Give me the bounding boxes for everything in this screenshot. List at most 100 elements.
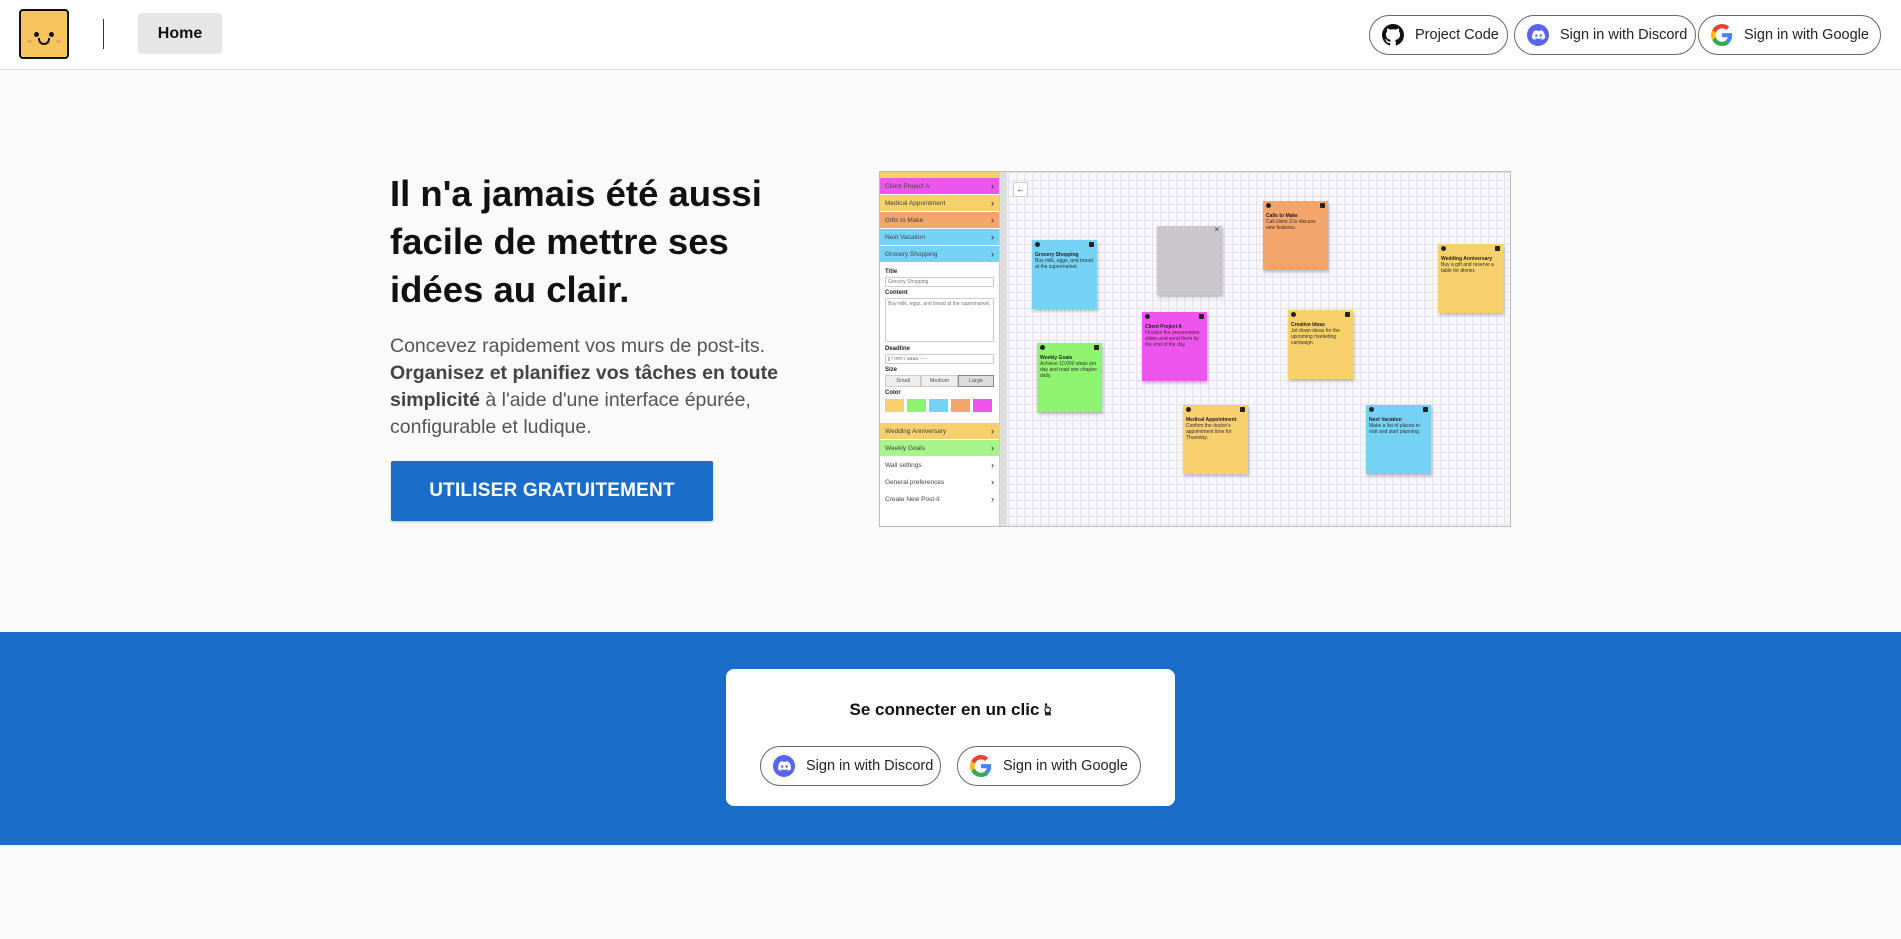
card-discord-signin-button[interactable]: Sign in with Discord (760, 746, 941, 786)
trash-icon (1320, 203, 1325, 208)
preview-sidebar-item: Next Vacation › (880, 229, 999, 246)
preview-color-label: Color (885, 390, 901, 396)
preview-size-options: Small Medium Large (885, 375, 994, 387)
preview-note-text: Finalize the presentation slides and sen… (1145, 330, 1200, 348)
preview-sidebar-item: Wedding Anniversary › (880, 423, 999, 440)
preview-sidebar-item-label: Wedding Anniversary (885, 428, 947, 435)
google-signin-label: Sign in with Google (1744, 27, 1869, 43)
home-button[interactable]: Home (138, 13, 222, 54)
google-icon (1711, 24, 1733, 46)
hero-headline: Il n'a jamais été aussi facile de mettre… (390, 173, 762, 310)
top-header: Home Project Code Sign in with Discord S… (0, 0, 1901, 70)
preview-sidebar-item: Client Project A › (880, 178, 999, 195)
project-code-label: Project Code (1415, 27, 1499, 43)
preview-color-swatch (929, 399, 948, 412)
preview-sticky-note: Calls to Make Call client 3 to discuss ne… (1263, 201, 1328, 270)
preview-sidebar-item: Create New Post-it › (880, 491, 999, 508)
preview-back-arrow-icon: ← (1013, 182, 1028, 197)
preview-content-input: Buy milk, eggs, and bread at the superma… (885, 298, 994, 342)
preview-form: Title Grocery Shopping Content Buy milk,… (880, 263, 999, 423)
google-signin-button[interactable]: Sign in with Google (1698, 15, 1881, 55)
app-preview-image: Client Project A › Medical Appointment › Gif… (879, 171, 1511, 527)
preview-sticky-note: Weekly Goals Achieve 10,000 steps per day… (1037, 343, 1102, 412)
discord-icon (1527, 24, 1549, 46)
preview-note-text: Make a list of places to visit and start… (1369, 423, 1421, 435)
card-google-label: Sign in with Google (1003, 758, 1128, 774)
project-code-button[interactable]: Project Code (1369, 15, 1508, 55)
preview-deadline-input: jj / mm / aaaa --:-- (885, 354, 994, 364)
connect-title: Se connecter en un clic 👆︎ (726, 700, 1175, 720)
connect-title-text: Se connecter en un clic (849, 700, 1040, 719)
discord-signin-label: Sign in with Discord (1560, 27, 1688, 43)
preview-size-small: Small (885, 375, 922, 387)
preview-size-large: Large (957, 375, 994, 387)
logo-icon[interactable] (19, 9, 69, 59)
preview-sidebar: Client Project A › Medical Appointment › Gif… (880, 172, 1000, 526)
desc-part-1: Concevez rapidement vos murs de post-its… (390, 335, 765, 357)
preview-sticky-note: Medical Appointment Confirm the doctor's … (1183, 405, 1248, 474)
gear-icon (1369, 407, 1374, 412)
chevron-right-icon: › (991, 477, 994, 487)
preview-sidebar-item: Grocery Shopping › (880, 246, 999, 263)
preview-sticky-note: Client Project A Finalize the presentatio… (1142, 312, 1207, 381)
trash-icon (1199, 314, 1204, 319)
preview-sticky-note: Creative Ideas Jot down ideas for the upc… (1288, 310, 1353, 379)
preview-color-swatch (973, 399, 992, 412)
preview-sidebar-item-label: Grocery Shopping (885, 251, 938, 258)
gear-icon (1266, 203, 1271, 208)
card-google-signin-button[interactable]: Sign in with Google (957, 746, 1141, 786)
preview-size-medium: Medium (921, 375, 958, 387)
preview-note-text: Buy milk, eggs, and bread at the superma… (1035, 258, 1093, 270)
chevron-right-icon: › (991, 494, 994, 504)
preview-media-note: × (1157, 226, 1222, 295)
chevron-right-icon: › (991, 198, 994, 208)
trash-icon (1495, 246, 1500, 251)
preview-sidebar-item-label: Create New Post-it (885, 496, 940, 503)
preview-sticky-note: Grocery Shopping Buy milk, eggs, and brea… (1032, 240, 1097, 309)
header-divider (103, 19, 104, 49)
use-free-button[interactable]: UTILISER GRATUITEMENT (391, 461, 713, 521)
card-discord-label: Sign in with Discord (806, 758, 934, 774)
preview-title-input: Grocery Shopping (885, 277, 994, 287)
preview-color-swatch (951, 399, 970, 412)
preview-sidebar-item-label: Next Vacation (885, 234, 925, 241)
trash-icon (1423, 407, 1428, 412)
trash-icon (1089, 242, 1094, 247)
chevron-right-icon: › (991, 232, 994, 242)
trash-icon (1094, 345, 1099, 350)
preview-note-text: Call client 3 to discuss new features. (1266, 219, 1316, 231)
preview-sticky-note: Wedding Anniversary Buy a gift and reserv… (1438, 244, 1503, 313)
pointer-hand-icon: 👆︎ (1044, 700, 1052, 719)
preview-deadline-label: Deadline (885, 346, 911, 352)
preview-sidebar-item: Weekly Goals › (880, 440, 999, 457)
gear-icon (1145, 314, 1150, 319)
chevron-right-icon: › (991, 249, 994, 259)
preview-color-swatch (885, 399, 904, 412)
hero-description: Concevez rapidement vos murs de post-its… (390, 333, 820, 441)
preview-sidebar-item: Gifts to Make › (880, 212, 999, 229)
connect-card: Se connecter en un clic 👆︎ Sign in with … (726, 669, 1175, 806)
google-icon (970, 755, 992, 777)
github-icon (1382, 24, 1404, 46)
discord-signin-button[interactable]: Sign in with Discord (1514, 15, 1696, 55)
preview-content-label: Content (885, 290, 908, 296)
preview-color-swatch (907, 399, 926, 412)
trash-icon (1240, 407, 1245, 412)
preview-sidebar-item-label: Wall settings (885, 462, 922, 469)
discord-icon (773, 755, 795, 777)
preview-note-text: Confirm the doctor's appointment time fo… (1186, 423, 1232, 441)
preview-scrollbar (1000, 172, 1007, 526)
preview-sidebar-item-label: General preferences (885, 479, 945, 486)
chevron-right-icon: › (991, 426, 994, 436)
preview-note-text: Buy a gift and reserve a table for dinne… (1441, 262, 1494, 274)
gear-icon (1035, 242, 1040, 247)
preview-sidebar-item-label: Weekly Goals (885, 445, 925, 452)
preview-sticky-note: Next Vacation Make a list of places to vi… (1366, 405, 1431, 474)
preview-note-text: Achieve 10,000 steps per day and read on… (1040, 361, 1097, 379)
gear-icon (1040, 345, 1045, 350)
preview-note-text: Jot down ideas for the upcoming marketin… (1291, 328, 1340, 346)
preview-sidebar-item-label: Client Project A (885, 183, 930, 190)
close-icon: × (1214, 225, 1219, 234)
preview-sidebar-item: General preferences › (880, 474, 999, 491)
preview-size-label: Size (885, 367, 898, 373)
